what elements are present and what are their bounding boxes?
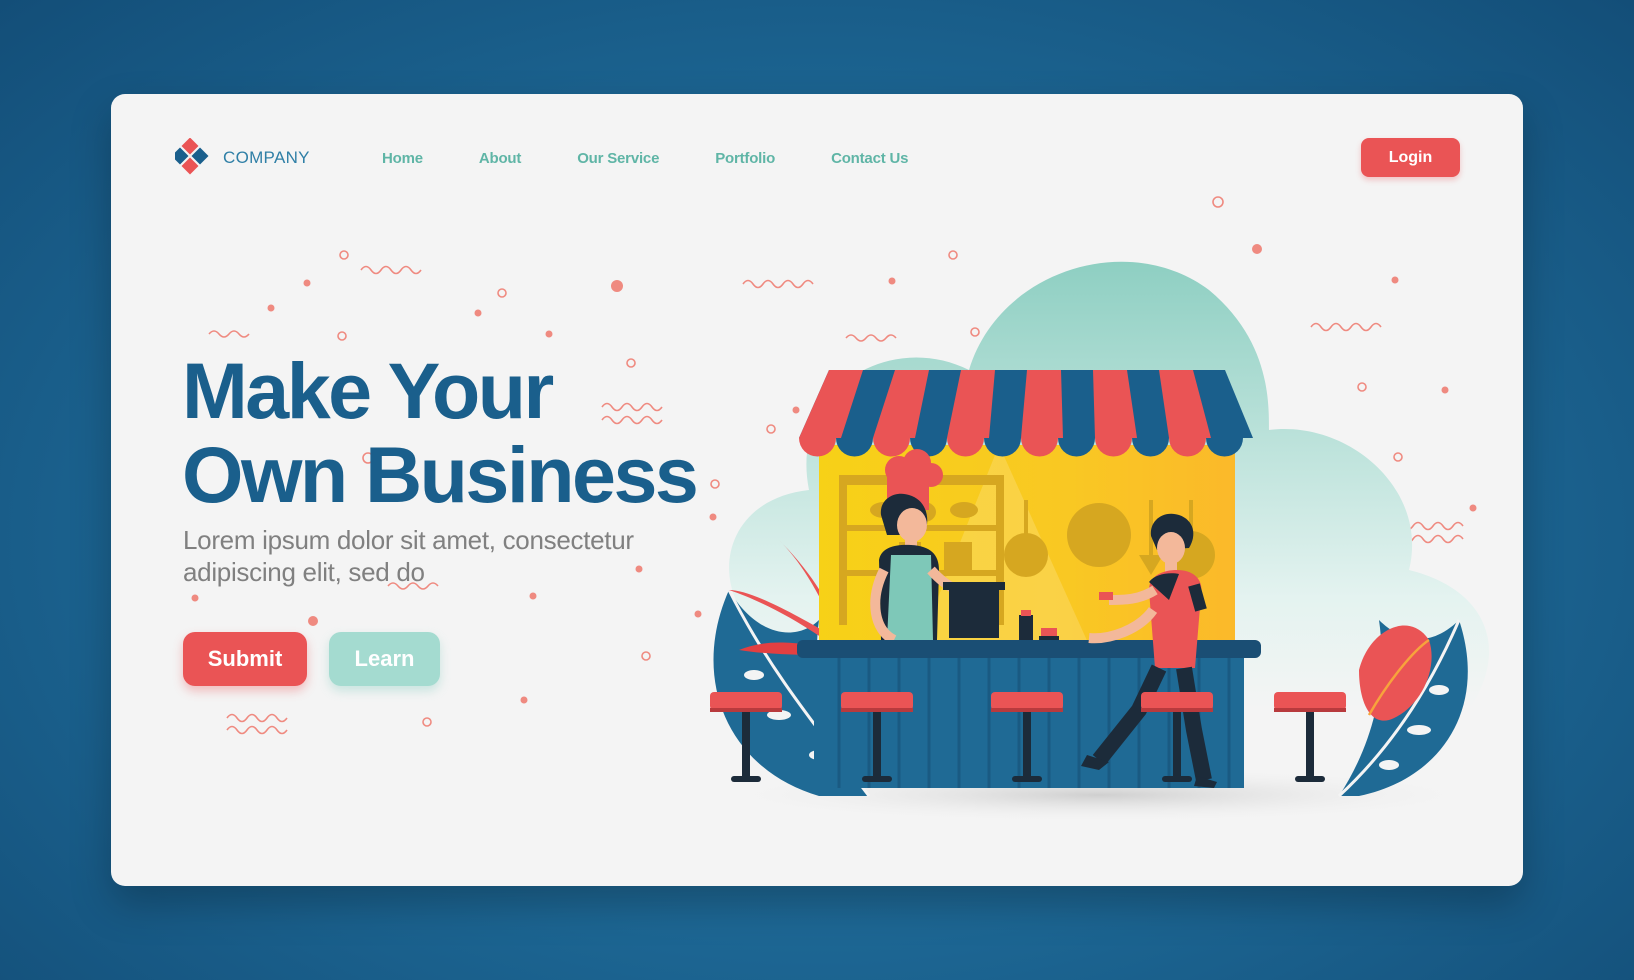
submit-button[interactable]: Submit [183,632,307,686]
shop-awning [799,370,1253,457]
food-stall-illustration [709,261,1489,823]
company-logo-icon [175,138,209,175]
learn-button[interactable]: Learn [329,632,440,686]
hero-subtitle: Lorem ipsum dolor sit amet, consectetur … [183,524,703,588]
nav-item-about[interactable]: About [479,150,522,167]
hero-title-line2: Own Business [182,430,699,519]
hero-subtitle-line2: adipiscing elit, sed do [183,557,425,587]
hero-title-line1: Make Your [182,346,554,435]
nav-item-home[interactable]: Home [382,150,423,167]
hero-title: Make Your Own Business [182,346,699,519]
nav-item-portfolio[interactable]: Portfolio [715,150,775,167]
brand-name: COMPANY [223,148,310,167]
landing-page-card: COMPANY Home About Our Service Portfolio… [111,94,1523,886]
nav-item-contact-us[interactable]: Contact Us [831,150,908,167]
nav-item-our-service[interactable]: Our Service [577,150,659,167]
main-nav: Home About Our Service Portfolio Contact… [382,150,964,167]
hero-subtitle-line1: Lorem ipsum dolor sit amet, consectetur [183,525,634,555]
brand-logo[interactable]: COMPANY [175,138,310,178]
